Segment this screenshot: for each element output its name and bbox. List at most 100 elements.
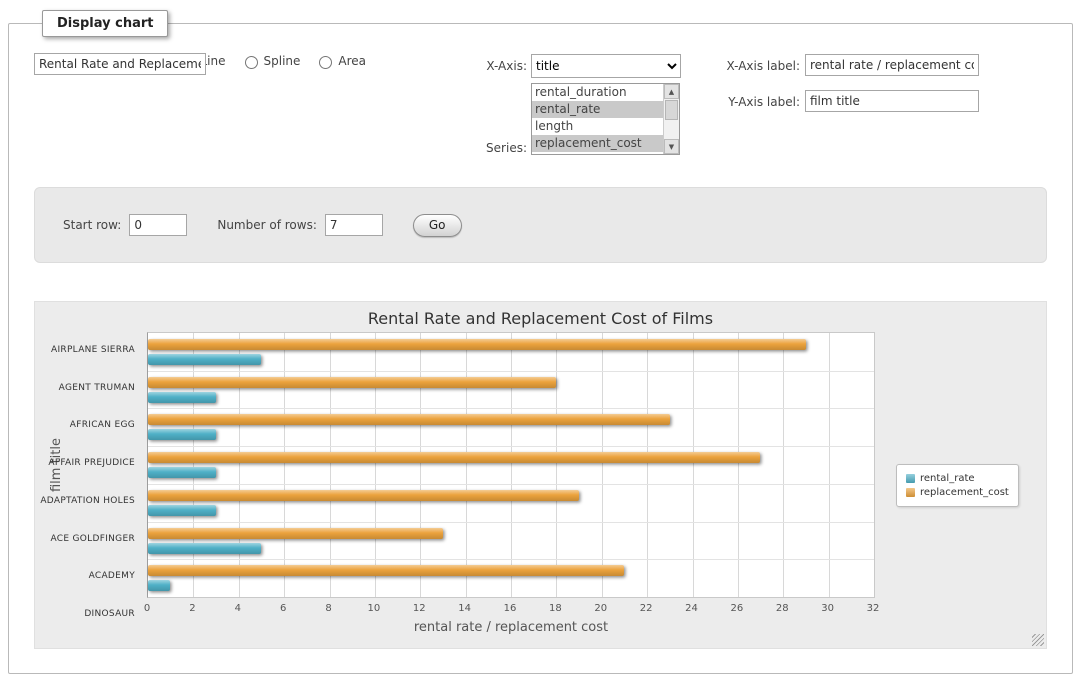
scroll-up-icon[interactable]: ▲ [664,84,679,99]
x-tick-label: 24 [672,603,712,614]
legend-swatch-icon [906,488,915,497]
gridline [193,333,194,597]
bar-replacement_cost [148,452,760,463]
bar-replacement_cost [148,414,670,425]
category-label: AFFAIR PREJUDICE [35,445,135,483]
legend-item-rental_rate[interactable]: rental_rate [906,473,1009,484]
x-tick-label: 4 [218,603,258,614]
x-tick-label: 14 [445,603,485,614]
rows-panel: Start row: Number of rows: Go [34,187,1047,263]
x-tick-label: 20 [581,603,621,614]
bar-replacement_cost [148,490,579,501]
chart-type-area[interactable]: Area [314,53,366,69]
legend-swatch-icon [906,474,915,483]
x-tick-label: 0 [127,603,167,614]
chart-type-spline[interactable]: Spline [240,53,301,69]
x-tick-label: 26 [717,603,757,614]
y-axis-label-input[interactable] [805,90,979,112]
series-scrollbar[interactable]: ▲ ▼ [663,84,679,154]
gridline [330,333,331,597]
series-multiselect[interactable]: rental_durationrental_ratelengthreplacem… [531,83,680,155]
gridline [466,333,467,597]
y-axis-label-label: Y-Axis label: [710,95,800,109]
gridline [148,446,874,447]
x-tick-label: 30 [808,603,848,614]
x-tick-label: 12 [399,603,439,614]
chart-x-axis-title: rental rate / replacement cost [147,620,875,635]
x-axis-select[interactable]: title [531,54,681,78]
bar-rental_rate [148,392,216,403]
x-axis-label-input[interactable] [805,54,979,76]
bar-rental_rate [148,467,216,478]
series-list-label: Series: [454,141,527,155]
gridline [783,333,784,597]
chart-category-labels: AIRPLANE SIERRAAGENT TRUMANAFRICAN EGGAF… [35,332,141,598]
chart-x-tick-labels: 02468101214161820222426283032 [147,603,875,617]
chart-title: Rental Rate and Replacement Cost of Film… [35,309,1046,328]
series-option-rental_duration[interactable]: rental_duration [532,84,663,101]
display-chart-panel: Display chart BarColumnLineSplineArea St… [8,10,1073,674]
num-rows-label: Number of rows: [217,218,317,232]
start-row-input[interactable] [129,214,187,236]
gridline [738,333,739,597]
x-tick-label: 22 [626,603,666,614]
plot-area [147,332,875,598]
x-axis-select-label: X-Axis: [454,59,527,73]
gridline [148,559,874,560]
bar-replacement_cost [148,565,624,576]
gridline [239,333,240,597]
gridline [284,333,285,597]
resize-handle-icon[interactable] [1032,634,1044,646]
gridline [148,408,874,409]
chart-type-radio[interactable] [245,56,258,69]
gridline [375,333,376,597]
chart-controls: BarColumnLineSplineArea Stacked X-Axis: … [34,53,1047,165]
go-button[interactable]: Go [413,214,462,237]
bar-rental_rate [148,543,261,554]
gridline [602,333,603,597]
gridline [148,371,874,372]
category-label: AGENT TRUMAN [35,370,135,408]
chart: Rental Rate and Replacement Cost of Film… [34,301,1047,649]
legend-item-replacement_cost[interactable]: replacement_cost [906,487,1009,498]
category-label: AIRPLANE SIERRA [35,332,135,370]
x-tick-label: 28 [762,603,802,614]
bar-rental_rate [148,429,216,440]
x-axis-label-label: X-Axis label: [710,59,800,73]
bar-rental_rate [148,505,216,516]
bar-replacement_cost [148,377,556,388]
gridline [148,522,874,523]
scroll-down-icon[interactable]: ▼ [664,139,679,154]
gridline [647,333,648,597]
scrollbar-thumb[interactable] [665,100,678,120]
x-tick-label: 8 [309,603,349,614]
gridline [693,333,694,597]
panel-title: Display chart [42,10,168,37]
gridline [420,333,421,597]
x-tick-label: 16 [490,603,530,614]
x-tick-label: 10 [354,603,394,614]
gridline [148,484,874,485]
category-label: AFRICAN EGG [35,407,135,445]
bar-rental_rate [148,580,170,591]
category-label: ACADEMY DINOSAUR [35,558,135,596]
series-option-length[interactable]: length [532,118,663,135]
x-tick-label: 32 [853,603,893,614]
chart-type-radio[interactable] [319,56,332,69]
series-options: rental_durationrental_ratelengthreplacem… [532,84,663,154]
start-row-label: Start row: [63,218,121,232]
x-tick-label: 6 [263,603,303,614]
x-tick-label: 18 [535,603,575,614]
gridline [556,333,557,597]
gridline [511,333,512,597]
chart-title-input[interactable] [34,53,206,75]
category-label: ACE GOLDFINGER [35,521,135,559]
bar-replacement_cost [148,339,806,350]
x-tick-label: 2 [172,603,212,614]
num-rows-input[interactable] [325,214,383,236]
category-label: ADAPTATION HOLES [35,483,135,521]
bar-rental_rate [148,354,261,365]
gridline [829,333,830,597]
series-option-replacement_cost[interactable]: replacement_cost [532,135,663,152]
series-option-rental_rate[interactable]: rental_rate [532,101,663,118]
